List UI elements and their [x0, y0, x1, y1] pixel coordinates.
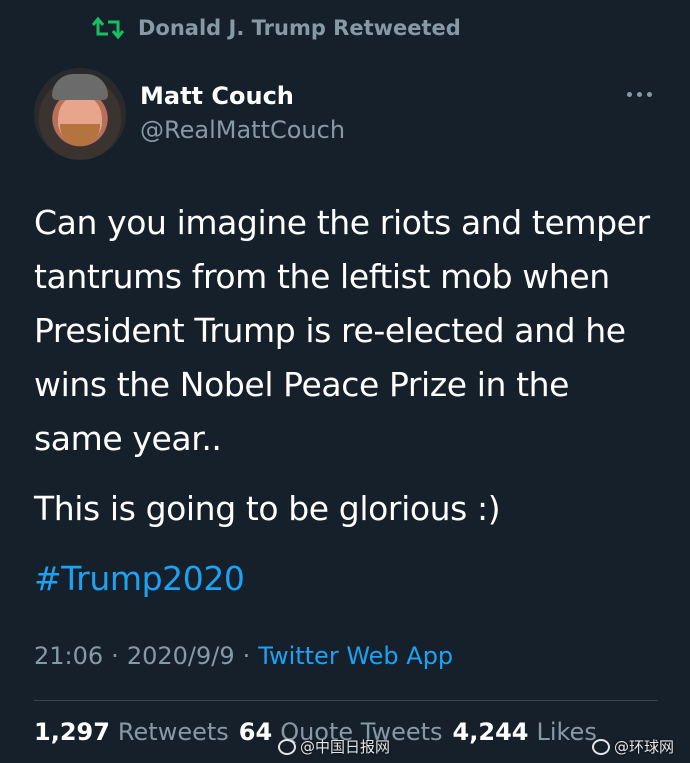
meta-separator: · — [242, 642, 251, 670]
tweet-body-second: This is going to be glorious :) — [34, 489, 501, 528]
quote-count: 64 — [238, 718, 273, 746]
author-display-name[interactable]: Matt Couch — [140, 81, 345, 111]
tweet-meta: 21:06 · 2020/9/9 · Twitter Web App — [34, 642, 453, 670]
author-names: Matt Couch @RealMattCouch — [140, 81, 345, 147]
avatar[interactable] — [34, 68, 126, 160]
likes-label: Likes — [536, 718, 597, 746]
retweets-count: 1,297 — [34, 718, 110, 746]
retweets-stat[interactable]: 1,297 Retweets — [34, 718, 229, 746]
retweets-label: Retweets — [117, 718, 229, 746]
tweet-header: Matt Couch @RealMattCouch — [34, 68, 345, 160]
divider — [34, 700, 658, 701]
weibo-icon — [278, 738, 296, 755]
author-handle[interactable]: @RealMattCouch — [140, 113, 345, 147]
more-options-icon[interactable] — [627, 92, 652, 97]
meta-separator: · — [111, 642, 119, 670]
retweet-banner[interactable]: Donald J. Trump Retweeted — [92, 16, 461, 40]
tweet-time[interactable]: 21:06 — [34, 642, 103, 670]
watermark-left: @中国日报网 — [278, 736, 390, 757]
tweet-source-link[interactable]: Twitter Web App — [258, 642, 453, 670]
tweet-body: Can you imagine the riots and temper tan… — [34, 203, 650, 458]
likes-count: 4,244 — [452, 718, 529, 746]
tweet-date[interactable]: 2020/9/9 — [127, 642, 235, 670]
likes-stat[interactable]: 4,244 Likes — [453, 718, 597, 746]
hashtag-link[interactable]: #Trump2020 — [34, 552, 245, 606]
retweet-banner-text: Donald J. Trump Retweeted — [138, 16, 461, 40]
watermark-right: @环球网 — [592, 736, 674, 757]
weibo-icon — [592, 738, 610, 755]
retweet-icon — [92, 16, 124, 40]
